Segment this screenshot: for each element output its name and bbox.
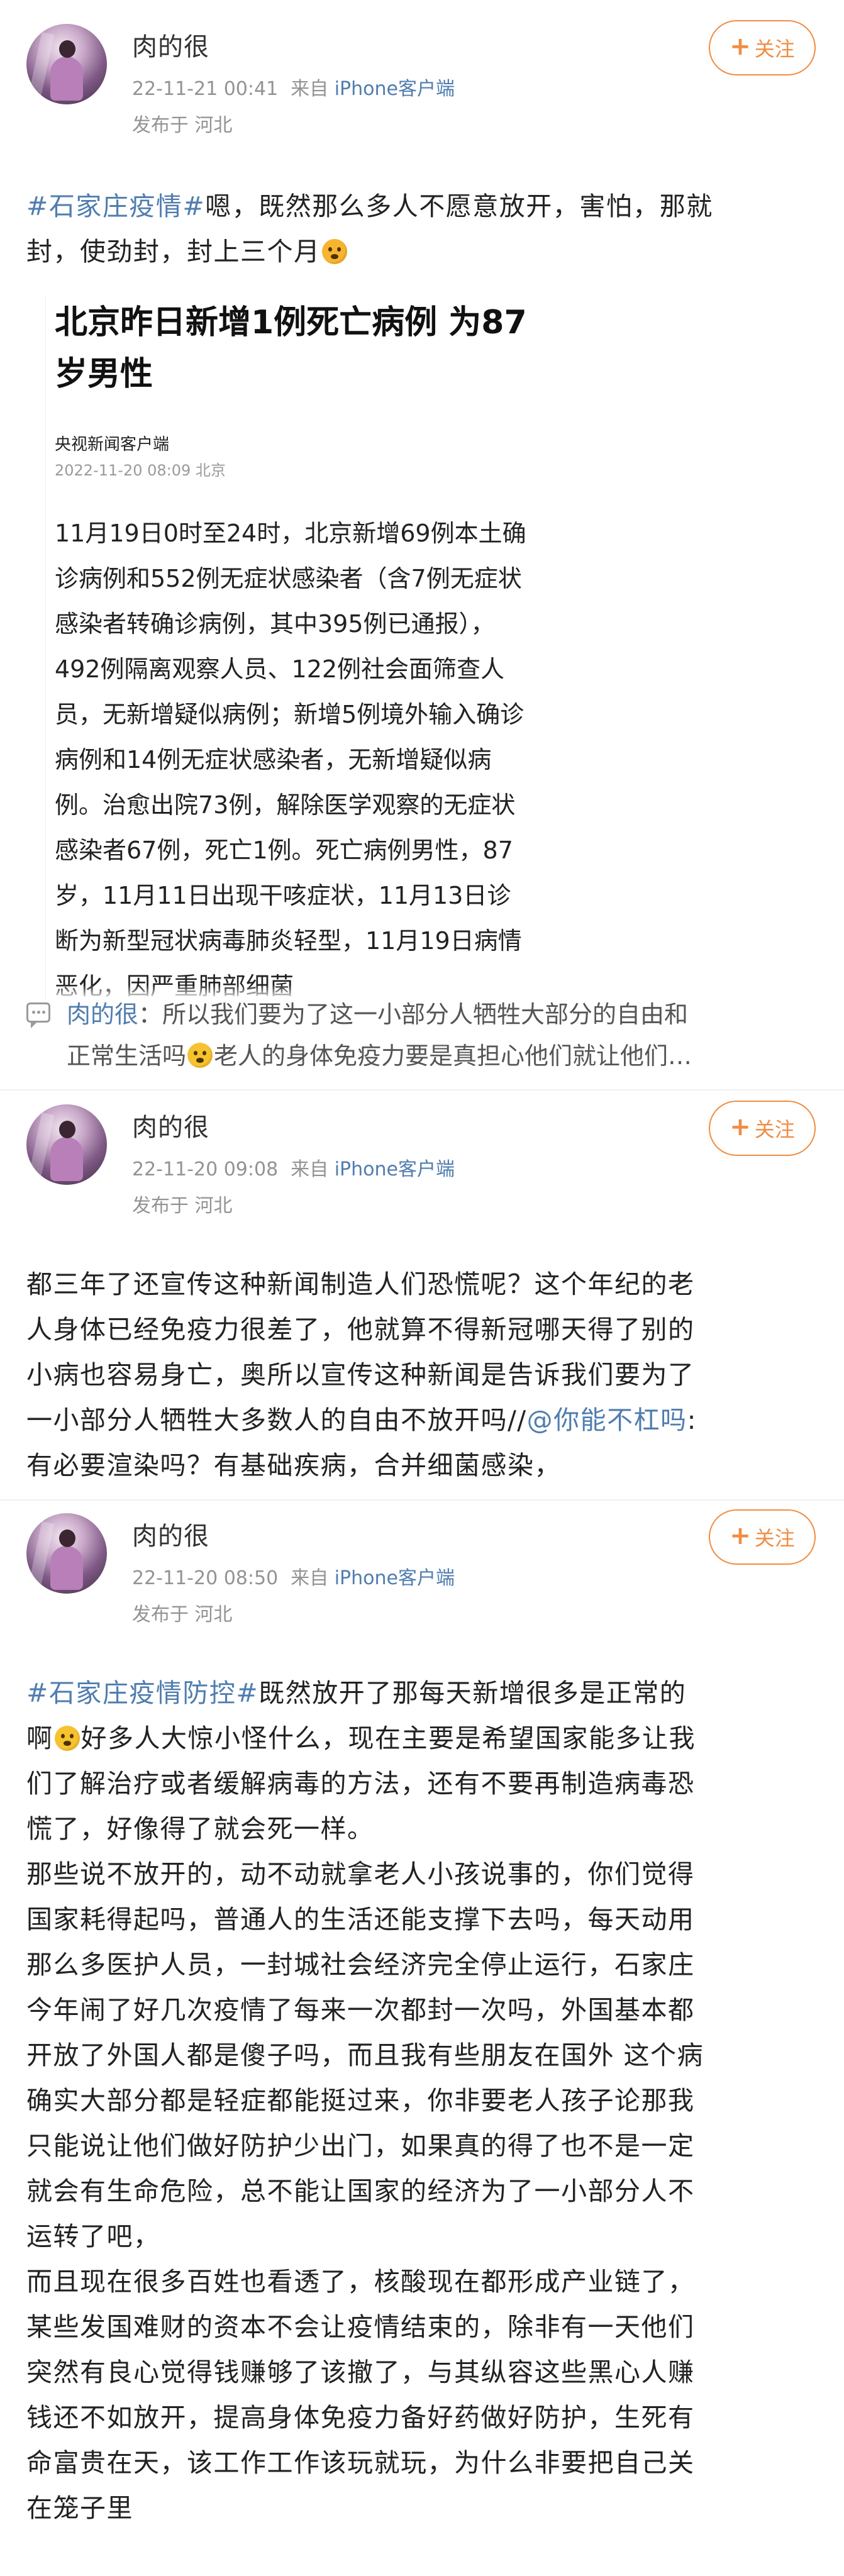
- follow-label: 关注: [754, 1118, 795, 1141]
- follow-label: 关注: [754, 37, 795, 61]
- post-text-line: 国家耗得起吗，普通人的生活还能支撑下去吗，每天动用: [26, 1904, 695, 1935]
- emoji-icon: [187, 1043, 213, 1068]
- article-body: 11月19日0时至24时，北京新增69例本土确诊病例和552例无症状感染者（含7…: [55, 519, 526, 1000]
- author-avatar[interactable]: [26, 1104, 107, 1185]
- emoji-icon: [321, 239, 347, 264]
- plus-icon: +: [730, 32, 751, 61]
- author-avatar[interactable]: [26, 1513, 107, 1594]
- post-text-line: 封，使劲封，封上三个月: [26, 236, 321, 267]
- post-text-line: 啊: [26, 1723, 53, 1753]
- post-text-line: 慌了，好像得了就会死一样。: [26, 1814, 374, 1844]
- post-text-line: 嗯，既然那么多人不愿意放开，害怕，那就: [205, 191, 713, 221]
- post-text-line: 某些发国难财的资本不会让疫情结束的，除非有一天他们: [26, 2312, 695, 2342]
- post-text-line: 而且现在很多百姓也看透了，核酸现在都形成产业链了，: [26, 2267, 695, 2297]
- post-text: 都三年了还宣传这种新闻制造人们恐慌呢？这个年纪的老 人身体已经免疫力很差了，他就…: [26, 1262, 816, 1488]
- comment-author-link[interactable]: 肉的很: [67, 1001, 138, 1028]
- post-meta: 22-11-21 00:41 来自 iPhone客户端: [132, 73, 455, 101]
- post-text-line: 一小部分人牺牲大多数人的自由不放开吗//: [26, 1405, 527, 1435]
- hashtag-link[interactable]: #石家庄疫情防控#: [26, 1678, 258, 1708]
- article-source: 央视新闻客户端: [55, 435, 170, 454]
- source-app-link[interactable]: iPhone客户端: [335, 1158, 455, 1180]
- post-text-line: 运转了吧，: [26, 2221, 160, 2251]
- avatar-image-head: [59, 1121, 75, 1138]
- comment-icon: [26, 1002, 50, 1028]
- post-divider: [0, 1089, 844, 1091]
- post-text-line: 只能说让他们做好防护少出门，如果真的得了也不是一定: [26, 2131, 695, 2161]
- author-name[interactable]: 肉的很: [132, 26, 209, 63]
- post-text-line: 开放了外国人都是傻子吗，而且我有些朋友在国外 这个病: [26, 2040, 704, 2070]
- post-meta: 22-11-20 09:08 来自 iPhone客户端: [132, 1153, 455, 1181]
- author-avatar[interactable]: [26, 24, 107, 104]
- follow-button[interactable]: + 关注: [709, 1509, 816, 1565]
- article-title: 北京昨日新增1例死亡病例 为87岁男性: [55, 304, 527, 393]
- avatar-image-head: [59, 40, 75, 58]
- forward-comment[interactable]: 肉的很：所以我们要为了这一小部分人牺牲大部分的自由和 正常生活吗 老人的身体免疫力…: [26, 994, 819, 1082]
- post-text-line: 今年闹了好几次疫情了每来一次都封一次吗，外国基本都: [26, 1995, 695, 2025]
- post-text-line: 那些说不放开的，动不动就拿老人小孩说事的，你们觉得: [26, 1859, 695, 1889]
- post-text-line: 们了解治疗或者缓解病毒的方法，还有不要再制造病毒恐: [26, 1768, 695, 1799]
- author-name[interactable]: 肉的很: [132, 1516, 209, 1552]
- avatar-image-figure: [50, 1137, 83, 1181]
- source-app-link[interactable]: iPhone客户端: [335, 1567, 455, 1589]
- source-prefix: 来自: [291, 1158, 329, 1180]
- post-text: #石家庄疫情防控#既然放开了那每天新增很多是正常的 啊好多人大惊小怪什么，现在主…: [26, 1670, 816, 2531]
- avatar-image-figure: [50, 1546, 83, 1590]
- post-text-line: :: [687, 1405, 697, 1435]
- post-text-line: 钱还不如放开，提高身体免疫力备好药做好防护，生死有: [26, 2402, 695, 2433]
- post-time: 22-11-20 09:08: [132, 1158, 279, 1180]
- avatar-image-figure: [50, 57, 83, 101]
- post-text-line: 在笼子里: [26, 2493, 133, 2523]
- post-text: #石家庄疫情#嗯，既然那么多人不愿意放开，害怕，那就 封，使劲封，封上三个月: [26, 184, 816, 274]
- post-meta: 22-11-20 08:50 来自 iPhone客户端: [132, 1562, 455, 1590]
- plus-icon: +: [730, 1521, 751, 1550]
- post-divider: [0, 1499, 844, 1501]
- post-text-line: 命富贵在天，该工作工作该玩就玩，为什么非要把自己关: [26, 2448, 695, 2478]
- post-text-line: 突然有良心觉得钱赚够了该撤了，与其纵容这些黑心人赚: [26, 2357, 695, 2387]
- author-name[interactable]: 肉的很: [132, 1107, 209, 1143]
- embedded-article-image[interactable]: 北京昨日新增1例死亡病例 为87岁男性 央视新闻客户端 2022-11-20 0…: [45, 296, 549, 1000]
- post-text-line: 既然放开了那每天新增很多是正常的: [258, 1678, 687, 1708]
- article-time: 2022-11-20 08:09 北京: [55, 462, 226, 479]
- post-text-line: 确实大部分都是轻症都能挺过来，你非要老人孩子论那我: [26, 2085, 695, 2116]
- source-app-link[interactable]: iPhone客户端: [335, 78, 455, 100]
- post-location: 发布于 河北: [132, 1195, 233, 1217]
- comment-text: 老人的身体免疫力要是真担心他们就让他们…: [214, 1042, 692, 1070]
- post-text-line: 人身体已经免疫力很差了，他就算不得新冠哪天得了别的: [26, 1314, 695, 1345]
- post-text-line: 都三年了还宣传这种新闻制造人们恐慌呢？这个年纪的老: [26, 1269, 695, 1299]
- post-text-line: 那么多医护人员，一封城社会经济完全停止运行，石家庄: [26, 1950, 695, 1980]
- post-location: 发布于 河北: [132, 1604, 233, 1626]
- comment-text: ：所以我们要为了这一小部分人牺牲大部分的自由和: [138, 1001, 689, 1028]
- post-text-line: 就会有生命危险，总不能让国家的经济为了一小部分人不: [26, 2176, 695, 2206]
- post-text-line: 小病也容易身亡，奥所以宣传这种新闻是告诉我们要为了: [26, 1360, 695, 1390]
- source-prefix: 来自: [291, 78, 329, 100]
- source-prefix: 来自: [291, 1567, 329, 1589]
- follow-button[interactable]: + 关注: [709, 20, 816, 75]
- emoji-icon: [54, 1726, 80, 1751]
- hashtag-link[interactable]: #石家庄疫情#: [26, 191, 205, 221]
- post-time: 22-11-21 00:41: [132, 78, 279, 100]
- post-location: 发布于 河北: [132, 114, 233, 136]
- post-time: 22-11-20 08:50: [132, 1567, 279, 1589]
- mention-link[interactable]: @你能不杠吗: [527, 1405, 687, 1435]
- follow-label: 关注: [754, 1526, 795, 1550]
- avatar-image-head: [59, 1530, 75, 1547]
- plus-icon: +: [730, 1113, 751, 1141]
- comment-text: 正常生活吗: [67, 1042, 187, 1070]
- post-text-line: 有必要渲染吗？有基础疾病，合并细菌感染，: [26, 1450, 561, 1480]
- follow-button[interactable]: + 关注: [709, 1101, 816, 1156]
- post-text-line: 好多人大惊小怪什么，现在主要是希望国家能多让我: [81, 1723, 696, 1753]
